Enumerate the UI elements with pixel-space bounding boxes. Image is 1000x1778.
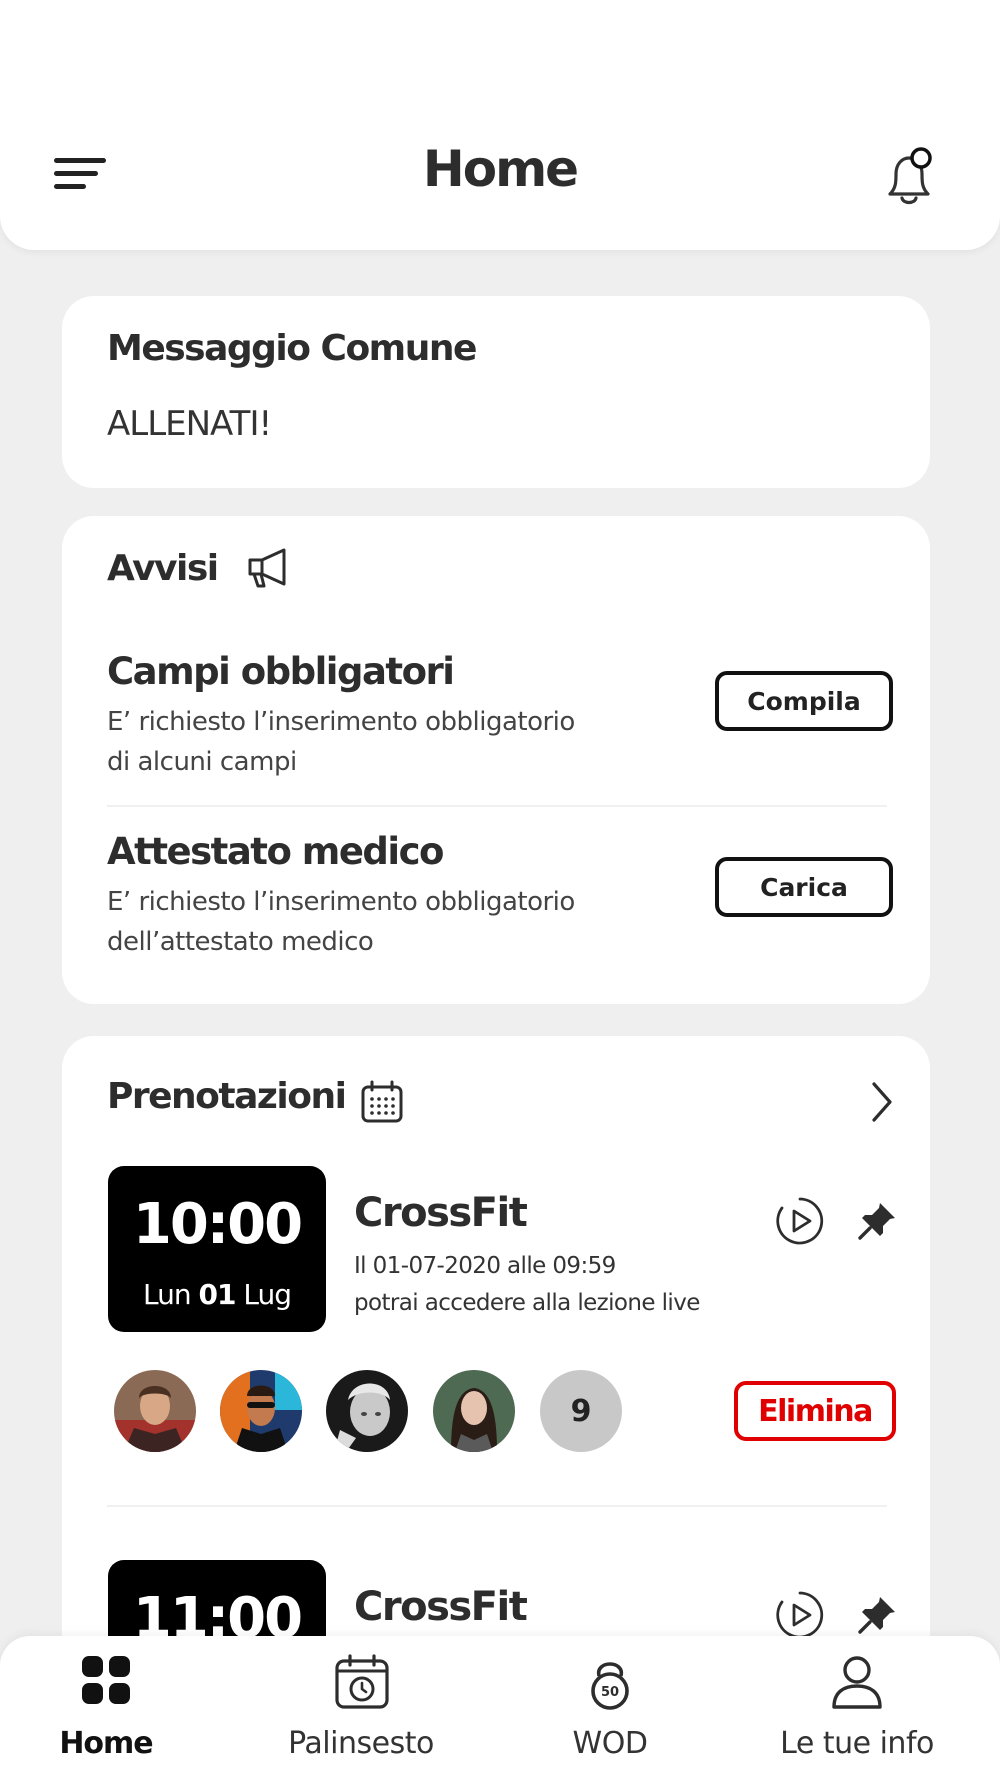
participants-more-count[interactable]: 9	[540, 1370, 622, 1452]
tab-le-tue-info[interactable]: Le tue info	[762, 1636, 952, 1778]
play-circle-icon[interactable]	[775, 1196, 825, 1250]
notice-medical-certificate-title: Attestato medico	[107, 830, 444, 873]
app-header: Home	[0, 0, 1000, 250]
chevron-right-icon[interactable]	[868, 1080, 896, 1128]
tab-label: Le tue info	[780, 1726, 934, 1761]
common-message-text: ALLENATI!	[107, 404, 272, 444]
participant-avatar	[326, 1370, 408, 1452]
booking-class-name: CrossFit	[354, 1584, 528, 1630]
bookings-title: Prenotazioni	[107, 1076, 347, 1117]
notice-text-line: E’ richiesto l’inserimento obbligatorio	[107, 887, 575, 917]
participant-avatar	[114, 1370, 196, 1452]
common-message-card: Messaggio Comune ALLENATI!	[62, 296, 930, 488]
upload-button[interactable]: Carica	[715, 857, 893, 917]
calendar-clock-icon	[335, 1654, 389, 1709]
tab-label: Home	[59, 1726, 153, 1761]
pin-icon[interactable]	[856, 1594, 898, 1640]
participant-avatar	[220, 1370, 302, 1452]
delete-booking-button[interactable]: Elimina	[734, 1381, 896, 1441]
megaphone-icon	[244, 546, 292, 594]
page-title: Home	[422, 140, 579, 198]
booking-month: Lug	[243, 1278, 292, 1311]
tab-wod[interactable]: 50 WOD	[530, 1636, 690, 1778]
notice-medical-certificate-text: E’ richiesto l’inserimento obbligatorio …	[107, 882, 577, 962]
kettlebell-icon: 50	[591, 1662, 629, 1710]
notice-text-line: di alcuni campi	[107, 747, 297, 777]
notices-title: Avvisi	[107, 548, 219, 589]
booking-time-box: 10:00 Lun 01 Lug	[108, 1166, 326, 1332]
user-icon	[832, 1656, 882, 1709]
tab-label: WOD	[572, 1726, 648, 1761]
booking-info-line: Il 01-07-2020 alle 09:59	[354, 1253, 616, 1279]
notice-required-fields-title: Campi obbligatori	[107, 650, 455, 693]
svg-text:50: 50	[601, 1685, 619, 1700]
booking-weekday: Lun	[142, 1278, 192, 1311]
calendar-icon	[360, 1080, 404, 1128]
tab-palinsesto[interactable]: Palinsesto	[256, 1636, 466, 1778]
notification-bell-icon[interactable]	[878, 142, 940, 210]
notice-text-line: E’ richiesto l’inserimento obbligatorio	[107, 707, 575, 737]
divider	[107, 1505, 887, 1507]
notices-card: Avvisi Campi obbligatori E’ richiesto l’…	[62, 516, 930, 1004]
common-message-title: Messaggio Comune	[107, 328, 477, 369]
booking-info: Il 01-07-2020 alle 09:59 potrai accedere…	[354, 1248, 700, 1322]
booking-date: Lun 01 Lug	[108, 1278, 326, 1311]
booking-info-line: potrai accedere alla lezione live	[354, 1290, 700, 1316]
pin-icon[interactable]	[856, 1200, 898, 1246]
booking-time: 10:00	[132, 1192, 303, 1257]
grid-icon	[82, 1656, 130, 1704]
fill-in-button[interactable]: Compila	[715, 671, 893, 731]
tab-label: Palinsesto	[288, 1726, 434, 1761]
notice-text-line: dell’attestato medico	[107, 927, 374, 957]
bottom-tab-bar: Home Palinsesto 50 WOD Le tue info	[0, 1636, 1000, 1778]
booking-day: 01	[198, 1278, 237, 1311]
notice-required-fields-text: E’ richiesto l’inserimento obbligatorio …	[107, 702, 577, 782]
tab-home[interactable]: Home	[20, 1636, 192, 1778]
divider	[107, 805, 887, 807]
booking-class-name: CrossFit	[354, 1190, 528, 1236]
participant-avatar	[433, 1370, 515, 1452]
